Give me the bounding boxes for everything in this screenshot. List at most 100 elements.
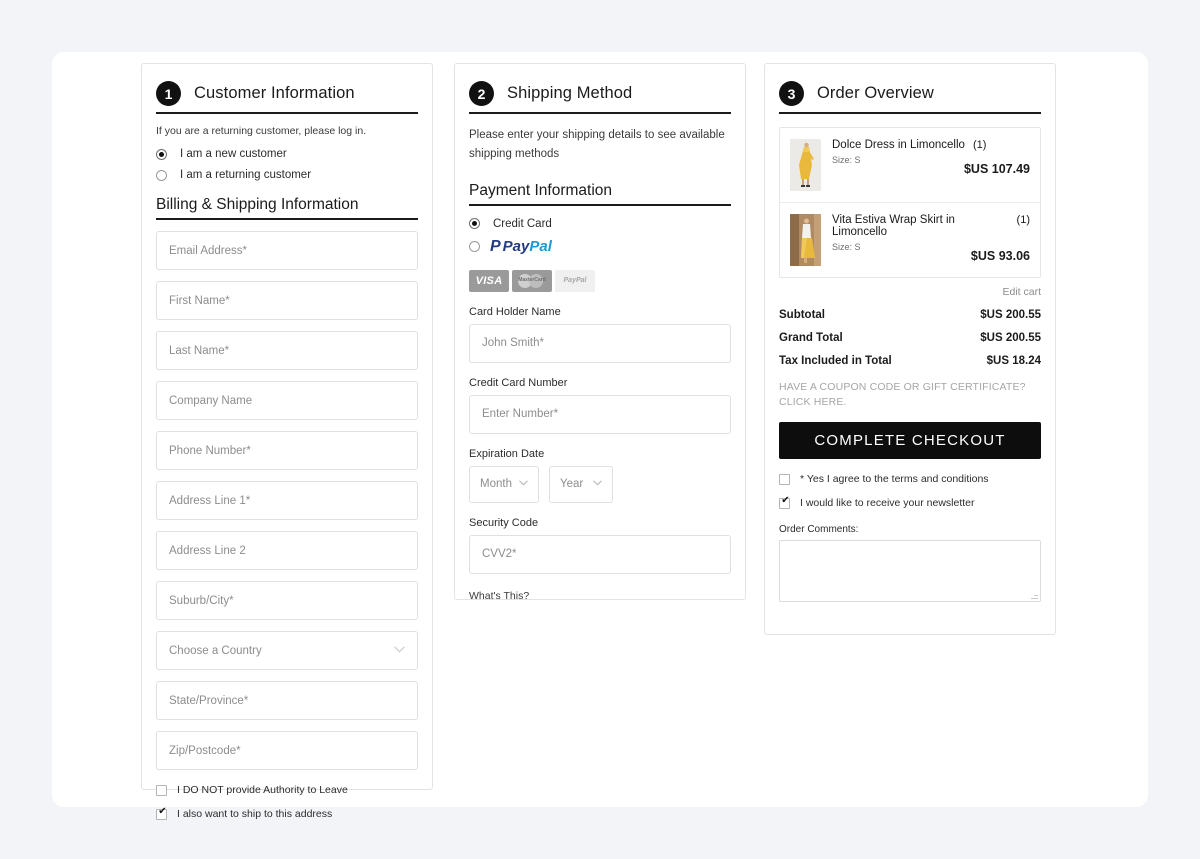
checkbox-ship-to-address-control[interactable] — [156, 806, 168, 820]
security-code-label: Security Code — [469, 516, 539, 529]
subtotal-row: Subtotal $US 200.55 — [779, 309, 1041, 321]
company-name-placeholder: Company Name — [169, 394, 253, 407]
checkbox-ship-to-address[interactable]: I also want to ship to this address — [156, 806, 418, 821]
card-holder-field[interactable]: John Smith* — [469, 323, 731, 363]
address-line-1-placeholder: Address Line 1* — [169, 494, 251, 507]
radio-paypal-control[interactable] — [469, 241, 480, 253]
checkbox-newsletter[interactable]: I would like to receive your newsletter — [779, 495, 1041, 510]
expiration-month-value: Month — [480, 478, 512, 491]
radio-returning-customer-label: I am a returning customer — [180, 169, 312, 182]
state-province-placeholder: State/Province* — [169, 694, 249, 707]
order-comments-label: Order Comments: — [779, 524, 859, 536]
cart-items: Dolce Dress in Limoncello (1) Size: S $U… — [779, 127, 1041, 278]
state-province-field[interactable]: State/Province* — [156, 681, 418, 721]
chevron-down-icon-year — [593, 479, 602, 489]
shipping-method-title: Shipping Method — [507, 84, 633, 102]
cart-item-price: $US 93.06 — [970, 249, 1030, 263]
expiration-month-select[interactable]: Month — [469, 465, 539, 503]
customer-information-card: 1 Customer Information If you are a retu… — [141, 63, 433, 820]
country-select[interactable]: Choose a Country — [156, 631, 418, 671]
mastercard-logo-text: MasterCard — [518, 276, 546, 283]
chevron-down-icon — [394, 646, 405, 656]
cart-item: Vita Estiva Wrap Skirt in Limoncello (1)… — [780, 202, 1040, 277]
subtotal-value: $US 200.55 — [980, 309, 1041, 321]
skirt-thumbnail — [790, 214, 821, 266]
company-name-field[interactable]: Company Name — [156, 381, 418, 421]
radio-credit-card[interactable]: Credit Card — [469, 218, 731, 230]
order-comments-textarea[interactable] — [779, 540, 1041, 603]
cart-item-name: Vita Estiva Wrap Skirt in Limoncello — [832, 214, 955, 238]
paypal-mark-icon: P — [490, 237, 501, 255]
radio-paypal[interactable]: P Pay Pal — [469, 238, 731, 256]
country-select-value: Choose a Country — [169, 644, 262, 657]
accepted-cards: VISA MasterCard PayPal — [469, 269, 731, 292]
cart-item: Dolce Dress in Limoncello (1) Size: S $U… — [780, 128, 1040, 202]
resize-grip-icon[interactable] — [1031, 592, 1038, 600]
card-number-field[interactable]: Enter Number* — [469, 394, 731, 434]
expiration-date-label: Expiration Date — [469, 447, 545, 460]
grand-total-value: $US 200.55 — [980, 332, 1041, 344]
checkbox-terms-label: * Yes I agree to the terms and condition… — [800, 473, 989, 486]
security-code-placeholder: CVV2* — [482, 548, 517, 561]
shipping-method-header: 2 Shipping Method — [469, 64, 731, 114]
step-badge-1: 1 — [156, 81, 181, 106]
cart-item-qty: (1) — [1016, 214, 1030, 226]
checkbox-newsletter-control[interactable] — [779, 495, 791, 509]
customer-information-title: Customer Information — [194, 84, 355, 102]
billing-shipping-title: Billing & Shipping Information — [156, 196, 418, 221]
zip-postcode-placeholder: Zip/Postcode* — [169, 744, 241, 757]
last-name-field[interactable]: Last Name* — [156, 331, 418, 371]
checkbox-authority-to-leave-control[interactable] — [156, 784, 167, 796]
radio-returning-customer[interactable]: I am a returning customer — [156, 169, 418, 181]
card-number-placeholder: Enter Number* — [482, 408, 559, 421]
address-line-1-field[interactable]: Address Line 1* — [156, 481, 418, 521]
checkbox-ship-to-address-label: I also want to ship to this address — [177, 808, 333, 821]
expiration-year-select[interactable]: Year — [549, 465, 613, 503]
grand-total-label: Grand Total — [779, 332, 843, 344]
edit-cart-link[interactable]: Edit cart — [779, 286, 1041, 298]
subtotal-label: Subtotal — [779, 309, 825, 321]
card-holder-placeholder: John Smith* — [482, 337, 545, 350]
security-code-field[interactable]: CVV2* — [469, 534, 731, 574]
suburb-city-field[interactable]: Suburb/City* — [156, 581, 418, 621]
returning-customer-hint: If you are a returning customer, please … — [156, 125, 367, 137]
paypal-badge-logo: PayPal — [555, 269, 595, 292]
coupon-link[interactable]: HAVE A COUPON CODE OR GIFT CERTIFICATE? … — [779, 380, 1041, 409]
suburb-city-placeholder: Suburb/City* — [169, 594, 234, 607]
checkbox-terms[interactable]: * Yes I agree to the terms and condition… — [779, 473, 1041, 485]
first-name-field[interactable]: First Name* — [156, 281, 418, 321]
radio-credit-card-control[interactable] — [469, 218, 480, 230]
checkbox-authority-to-leave-label: I DO NOT provide Authority to Leave — [177, 784, 348, 797]
expiration-year-value: Year — [560, 478, 584, 491]
radio-new-customer[interactable]: I am a new customer — [156, 148, 418, 160]
phone-number-placeholder: Phone Number* — [169, 444, 251, 457]
customer-information-header: 1 Customer Information — [156, 64, 418, 114]
zip-postcode-field[interactable]: Zip/Postcode* — [156, 731, 418, 771]
checkbox-terms-control[interactable] — [779, 473, 790, 485]
cart-item-price: $US 107.49 — [963, 162, 1030, 176]
card-holder-label: Card Holder Name — [469, 305, 561, 318]
address-line-2-field[interactable]: Address Line 2 — [156, 531, 418, 571]
complete-checkout-button[interactable]: COMPLETE CHECKOUT — [779, 422, 1041, 460]
cart-item-qty: (1) — [972, 139, 987, 151]
shipping-method-card: 2 Shipping Method Please enter your ship… — [454, 63, 746, 602]
card-number-label: Credit Card Number — [469, 376, 568, 389]
whats-this-link[interactable]: What's This? — [469, 590, 731, 602]
phone-number-field[interactable]: Phone Number* — [156, 431, 418, 471]
paypal-pal-text: Pal — [529, 238, 552, 256]
order-overview-header: 3 Order Overview — [779, 64, 1041, 114]
shipping-method-note: Please enter your shipping details to se… — [469, 129, 725, 160]
checkbox-newsletter-label: I would like to receive your newsletter — [800, 497, 975, 510]
order-overview-title: Order Overview — [817, 84, 934, 102]
radio-returning-customer-control[interactable] — [156, 169, 167, 181]
tax-label: Tax Included in Total — [779, 355, 892, 367]
email-field[interactable]: Email Address* — [156, 231, 418, 271]
step-badge-2: 2 — [469, 81, 494, 106]
radio-new-customer-control[interactable] — [156, 148, 167, 160]
order-overview-card: 3 Order Overview Dolce Dress in Limoncel… — [764, 63, 1056, 635]
checkbox-authority-to-leave[interactable]: I DO NOT provide Authority to Leave — [156, 784, 418, 796]
paypal-brand-logo: P Pay Pal — [490, 238, 552, 256]
first-name-placeholder: First Name* — [169, 294, 230, 307]
payment-information-title: Payment Information — [469, 182, 731, 206]
last-name-placeholder: Last Name* — [169, 344, 230, 357]
